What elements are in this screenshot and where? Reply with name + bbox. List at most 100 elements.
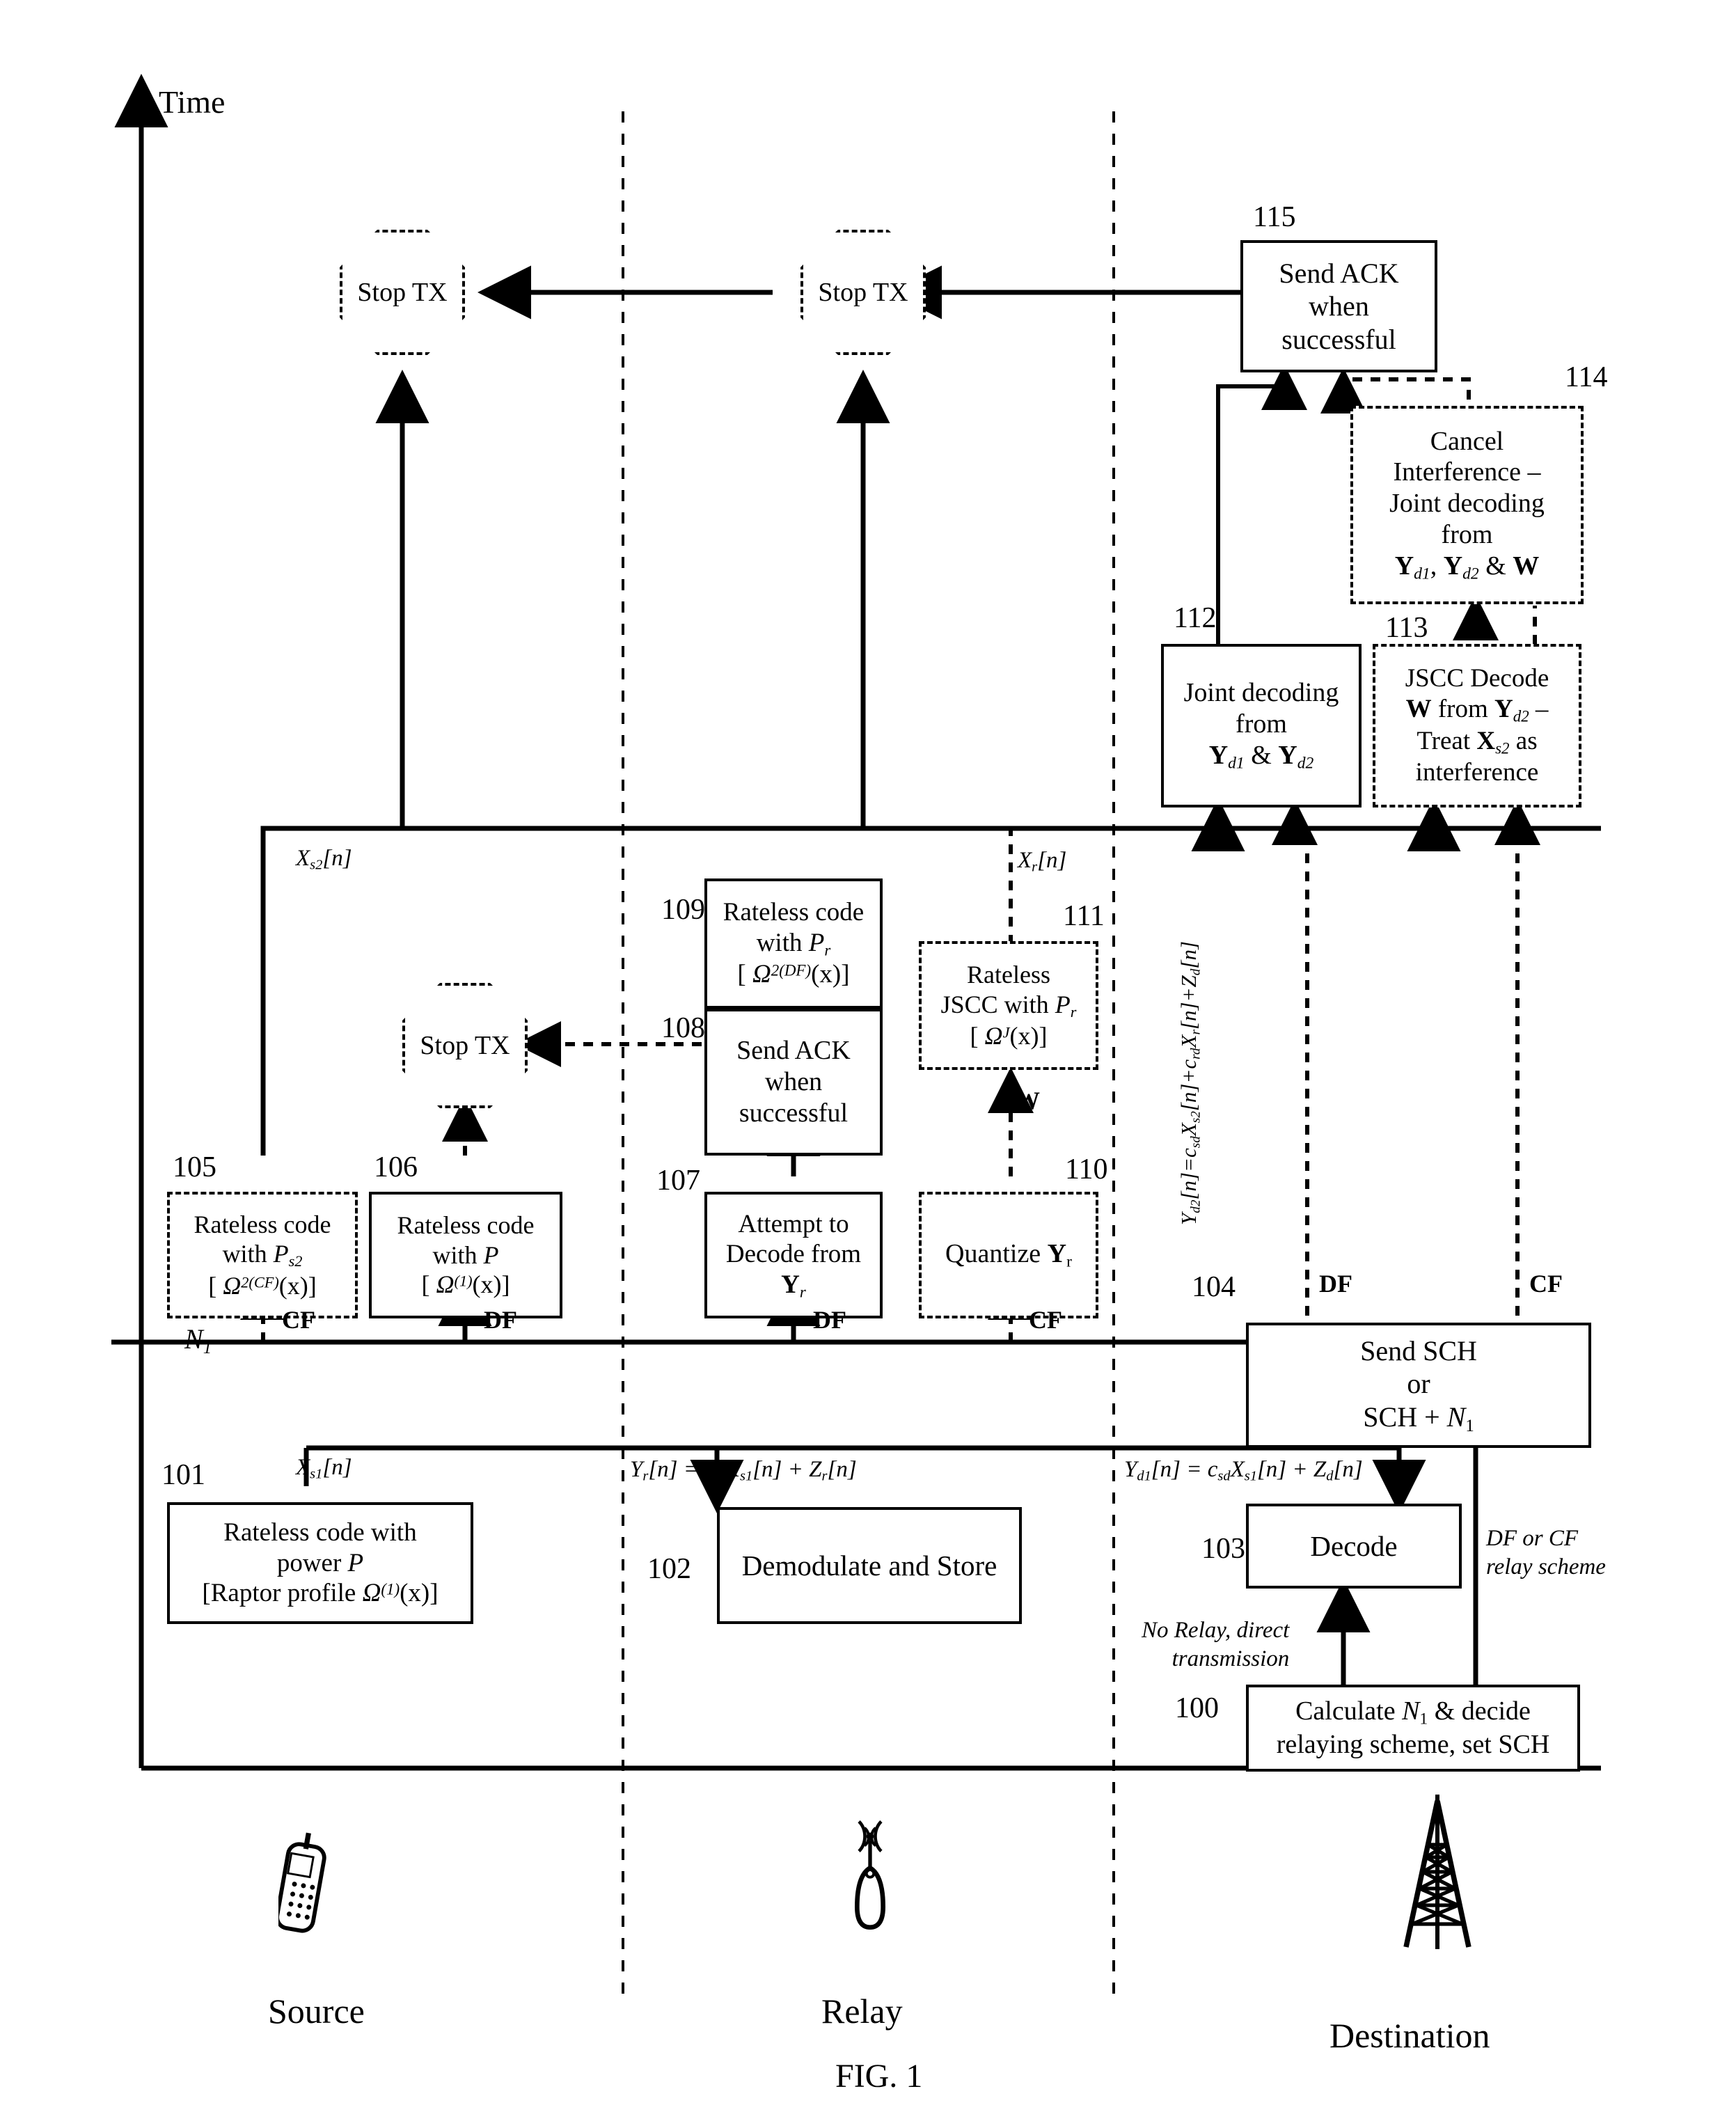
node-115-line-3: successful [1281, 323, 1396, 355]
signal-label-w-110-111: W [1015, 1087, 1040, 1114]
branch-tag-cf-110: CF [1029, 1306, 1062, 1334]
signal-equation-y-d2: Yd2[n]=csdXs2[n]+crdXr[n]+Zd[n] [1176, 940, 1204, 1225]
stop-tx-relay-top[interactable]: Stop TX [800, 230, 926, 355]
node-102-demodulate-store[interactable]: Demodulate and Store [717, 1507, 1022, 1624]
node-106-line-1: Rateless code [397, 1211, 535, 1240]
node-108-line-2: when [764, 1067, 823, 1097]
n1-marker-label: N1 [184, 1323, 212, 1357]
node-113-line-2: W from Yd2 – [1405, 695, 1549, 725]
node-109-rateless-code-pr[interactable]: Rateless code with Pr [ Ω2(DF)(x)] [704, 878, 883, 1009]
node-100-line-1: Calculate N1 & decide [1295, 1696, 1531, 1728]
node-103-line-1: Decode [1310, 1529, 1398, 1562]
node-111-line-1: Rateless [967, 961, 1050, 989]
stop-tx-source-mid[interactable]: Stop TX [402, 983, 528, 1108]
node-114-line-4: from [1441, 520, 1493, 550]
node-112-line-3: Yd1 & Yd2 [1208, 741, 1314, 773]
node-115-line-2: when [1309, 290, 1369, 322]
node-101-line-2: power P [276, 1548, 364, 1577]
node-105-line-2: with Ps2 [222, 1240, 303, 1270]
node-101-rateless-code-power-p[interactable]: Rateless code with power P [Raptor profi… [167, 1502, 473, 1624]
node-106-rateless-code-p[interactable]: Rateless code with P [ Ω(1)(x)] [369, 1192, 562, 1318]
node-100-line-2: relaying scheme, set SCH [1276, 1730, 1550, 1760]
stop-tx-label: Stop TX [357, 278, 448, 307]
node-114-line-1: Cancel [1430, 426, 1504, 456]
node-number-103: 103 [1201, 1533, 1245, 1565]
mobile-phone-icon [275, 1831, 341, 1946]
node-111-line-2: JSCC with Pr [940, 990, 1077, 1020]
node-113-line-4: interference [1415, 757, 1539, 787]
node-107-attempt-decode[interactable]: Attempt to Decode from Yr [704, 1192, 883, 1318]
branch-tag-no-relay: No Relay, direct transmission [1142, 1618, 1290, 1672]
node-113-line-3: Treat Xs2 as [1417, 726, 1538, 757]
node-115-line-1: Send ACK [1279, 258, 1399, 290]
lane-label-source: Source [268, 1992, 365, 2031]
node-106-line-3: [ Ω(1)(x)] [421, 1270, 510, 1299]
node-113-line-1: JSCC Decode [1405, 664, 1549, 693]
node-109-line-2: with Pr [756, 928, 831, 959]
node-103-decode[interactable]: Decode [1246, 1504, 1462, 1589]
branch-tag-df-106: DF [484, 1306, 517, 1334]
node-112-line-2: from [1236, 709, 1287, 739]
node-104-line-3: SCH + N1 [1363, 1401, 1474, 1435]
lane-label-destination: Destination [1329, 2016, 1490, 2055]
stop-tx-source-top[interactable]: Stop TX [340, 230, 465, 355]
node-108-line-1: Send ACK [736, 1036, 851, 1066]
node-110-line-1: Quantize Yr [945, 1238, 1072, 1271]
branch-tag-df-or-cf: DF or CF relay scheme [1486, 1526, 1606, 1580]
node-105-rateless-code-ps2[interactable]: Rateless code with Ps2 [ Ω2(CF)(x)] [167, 1192, 358, 1318]
node-number-104: 104 [1192, 1271, 1236, 1303]
signal-label-x-s1: Xs1[n] [296, 1455, 352, 1482]
node-number-111: 111 [1063, 900, 1105, 932]
stop-tx-label: Stop TX [420, 1031, 510, 1060]
node-105-line-1: Rateless code [194, 1210, 331, 1238]
node-100-calculate-n1[interactable]: Calculate N1 & decide relaying scheme, s… [1246, 1685, 1580, 1772]
node-110-quantize[interactable]: Quantize Yr [919, 1192, 1098, 1318]
branch-tag-df-104: DF [1319, 1270, 1352, 1298]
node-101-line-3: [Raptor profile Ω(1)(x)] [202, 1579, 439, 1608]
node-number-110: 110 [1065, 1153, 1108, 1185]
signal-label-x-s2: Xs2[n] [296, 846, 352, 873]
node-number-107: 107 [656, 1165, 700, 1197]
node-113-jscc-decode[interactable]: JSCC Decode W from Yd2 – Treat Xs2 as in… [1373, 644, 1581, 807]
node-number-105: 105 [173, 1151, 216, 1183]
branch-tag-cf-105: CF [282, 1306, 315, 1334]
node-108-line-3: successful [739, 1098, 849, 1128]
node-114-cancel-interference[interactable]: Cancel Interference – Joint decoding fro… [1350, 406, 1584, 604]
node-107-line-2: Decode from [725, 1240, 862, 1269]
time-axis-label: Time [159, 84, 226, 120]
node-101-line-1: Rateless code with [223, 1518, 417, 1547]
node-number-115: 115 [1253, 201, 1296, 233]
node-number-108: 108 [661, 1012, 705, 1044]
node-114-line-3: Joint decoding [1389, 489, 1545, 519]
node-number-113: 113 [1385, 612, 1428, 644]
antenna-icon [842, 1803, 898, 1946]
node-104-line-2: or [1407, 1368, 1430, 1400]
node-number-101: 101 [161, 1459, 205, 1491]
stop-tx-label: Stop TX [818, 278, 908, 307]
node-112-joint-decoding[interactable]: Joint decoding from Yd1 & Yd2 [1161, 644, 1362, 807]
node-number-100: 100 [1175, 1692, 1219, 1724]
node-109-line-3: [ Ω2(DF)(x)] [737, 960, 850, 989]
node-104-send-sch[interactable]: Send SCH or SCH + N1 [1246, 1323, 1591, 1448]
node-number-114: 114 [1565, 361, 1608, 393]
node-112-line-1: Joint decoding [1183, 678, 1339, 708]
node-107-line-1: Attempt to [738, 1209, 849, 1238]
node-number-106: 106 [374, 1151, 418, 1183]
cell-tower-icon [1385, 1792, 1490, 1963]
node-number-112: 112 [1174, 602, 1217, 634]
node-114-line-5: Yd1, Yd2 & W [1394, 551, 1540, 583]
node-102-line-1: Demodulate and Store [741, 1549, 997, 1582]
node-111-rateless-jscc[interactable]: Rateless JSCC with Pr [ ΩJ(x)] [919, 941, 1098, 1070]
node-111-line-3: [ ΩJ(x)] [970, 1022, 1048, 1050]
node-108-send-ack[interactable]: Send ACK when successful [704, 1009, 883, 1156]
signal-equation-y-r: Yr[n] = csrXs1[n] + Zr[n] [630, 1457, 857, 1484]
node-105-line-3: [ Ω2(CF)(x)] [208, 1271, 317, 1300]
node-109-line-1: Rateless code [723, 898, 865, 927]
lane-label-relay: Relay [821, 1992, 903, 2031]
node-104-line-1: Send SCH [1360, 1335, 1477, 1367]
branch-tag-df-107: DF [813, 1306, 846, 1334]
node-number-109: 109 [661, 894, 705, 926]
node-number-102: 102 [647, 1553, 691, 1585]
node-115-send-ack[interactable]: Send ACK when successful [1240, 240, 1437, 372]
node-107-line-3: Yr [781, 1270, 806, 1301]
